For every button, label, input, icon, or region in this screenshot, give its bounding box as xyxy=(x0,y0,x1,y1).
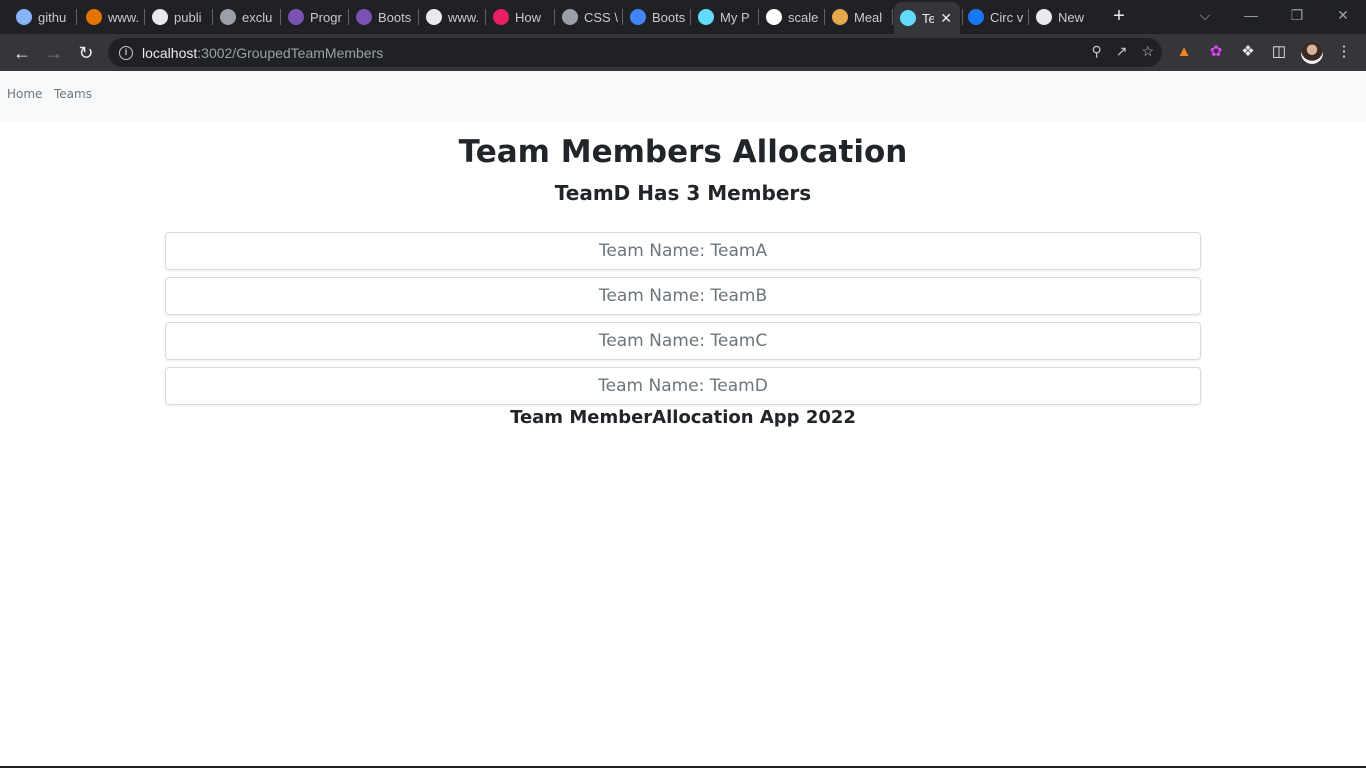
tab-separator xyxy=(144,9,145,25)
team-list: Team Name: TeamA Team Name: TeamB Team N… xyxy=(165,232,1201,412)
tab-separator xyxy=(280,9,281,25)
kebab-menu-icon[interactable]: ⋮ xyxy=(1335,43,1353,61)
minimize-icon[interactable]: — xyxy=(1236,4,1266,26)
bootstrap-icon xyxy=(288,9,304,25)
team-item-teamc[interactable]: Team Name: TeamC xyxy=(165,322,1201,360)
browser-tab-title: My P xyxy=(720,9,750,25)
close-window-icon[interactable]: ✕ xyxy=(1328,4,1358,26)
browser-tab[interactable]: www. xyxy=(80,4,142,30)
browser-tab[interactable]: New xyxy=(1030,4,1096,30)
browser-tab[interactable]: Progr xyxy=(282,4,346,30)
address-bar[interactable]: i localhost:3002/GroupedTeamMembers ⚲ ↗ … xyxy=(108,38,1162,67)
browser-tab[interactable]: githu xyxy=(10,4,74,30)
browser-tab-title: Progr xyxy=(310,9,342,25)
browser-tab[interactable]: www. xyxy=(420,4,483,30)
metamask-icon[interactable]: ▲ xyxy=(1175,43,1193,61)
team-item-teama[interactable]: Team Name: TeamA xyxy=(165,232,1201,270)
forward-icon[interactable]: → xyxy=(42,41,66,65)
browser-tab-title: Te xyxy=(922,10,935,26)
page-title: Team Members Allocation xyxy=(458,134,908,170)
reload-icon[interactable]: ↻ xyxy=(74,41,98,65)
browser-tab-title: publi xyxy=(174,9,202,25)
tab-separator xyxy=(348,9,349,25)
site-info-icon[interactable]: i xyxy=(119,45,133,60)
circle-logo-icon xyxy=(220,9,236,25)
tab-separator xyxy=(485,9,486,25)
browser-tab[interactable]: CSS \ xyxy=(556,4,620,30)
restore-icon[interactable]: ❐ xyxy=(1282,4,1312,26)
tab-separator xyxy=(212,9,213,25)
play-icon xyxy=(493,9,509,25)
url-path: :3002/GroupedTeamMembers xyxy=(197,44,384,61)
browser-tab-title: scale xyxy=(788,9,819,25)
team-item-teamb[interactable]: Team Name: TeamB xyxy=(165,277,1201,315)
browser-tab-title: exclu xyxy=(242,9,273,25)
extensions-puzzle-icon[interactable]: ❖ xyxy=(1239,43,1257,61)
browser-tab[interactable]: My P xyxy=(692,4,756,30)
browser-tab-title: Boots xyxy=(652,9,686,25)
color-picker-extension-icon[interactable]: ✿ xyxy=(1207,43,1225,61)
browser-tab-title: How xyxy=(515,9,542,25)
bootstrap-icon xyxy=(356,9,372,25)
new-tab-button[interactable]: + xyxy=(1109,6,1129,26)
tab-separator xyxy=(554,9,555,25)
browser-tab[interactable]: exclu xyxy=(214,4,278,30)
facebook-icon xyxy=(968,9,984,25)
tab-separator xyxy=(758,9,759,25)
cloud-icon xyxy=(630,9,646,25)
react-icon xyxy=(900,10,916,26)
url-text[interactable]: localhost:3002/GroupedTeamMembers xyxy=(142,45,383,61)
omnibox-actions: ⚲ ↗ ☆ xyxy=(1091,43,1154,60)
browser-tab-strip: githu www. publi exclu Progr Boots www. How CSS … xyxy=(0,0,1366,34)
browser-tab[interactable]: Boots xyxy=(350,4,416,30)
tab-separator xyxy=(418,9,419,25)
browser-tab-title: Circ v xyxy=(990,9,1024,25)
n-logo-icon xyxy=(426,9,442,25)
team-item-teamd[interactable]: Team Name: TeamD xyxy=(165,367,1201,405)
zoom-icon[interactable]: ⚲ xyxy=(1091,43,1101,60)
nav-link-home[interactable]: Home xyxy=(7,87,42,101)
food-icon xyxy=(832,9,848,25)
browser-tab-title: githu xyxy=(38,9,67,25)
globe-icon xyxy=(16,9,32,25)
github-icon xyxy=(152,9,168,25)
url-host: localhost xyxy=(142,44,198,61)
browser-tab-title: www. xyxy=(108,9,140,25)
tab-separator xyxy=(892,9,893,25)
chrome-icon xyxy=(1036,9,1052,25)
browser-tab-title: Meal xyxy=(854,9,883,25)
side-panel-icon[interactable]: ◫ xyxy=(1270,43,1288,61)
tab-separator xyxy=(622,9,623,25)
profile-avatar[interactable] xyxy=(1301,42,1323,64)
browser-tab[interactable]: Meal xyxy=(826,4,890,30)
browser-tab-title: Boots xyxy=(378,9,412,25)
browser-tab[interactable]: Boots xyxy=(624,4,688,30)
tab-separator xyxy=(690,9,691,25)
share-icon[interactable]: ↗ xyxy=(1116,43,1128,60)
tab-separator xyxy=(824,9,825,25)
tab-search-icon[interactable]: ⌵ xyxy=(1190,4,1220,26)
back-icon[interactable]: ← xyxy=(10,41,34,65)
browser-toolbar: ← → ↻ i localhost:3002/GroupedTeamMember… xyxy=(0,34,1366,71)
page-footer: Team MemberAllocation App 2022 xyxy=(510,407,856,428)
browser-tab[interactable]: Te ✕ xyxy=(894,2,960,34)
close-tab-icon[interactable]: ✕ xyxy=(940,10,952,27)
browser-tab-title: www. xyxy=(448,9,480,25)
noodle-icon xyxy=(86,9,102,25)
selected-team-summary: TeamD Has 3 Members xyxy=(554,181,812,205)
tab-separator xyxy=(76,9,77,25)
browser-tab[interactable]: How xyxy=(487,4,552,30)
browser-tab[interactable]: scale xyxy=(760,4,822,30)
browser-tab[interactable]: Circ v xyxy=(962,4,1026,30)
react-icon xyxy=(698,9,714,25)
browser-tab[interactable]: publi xyxy=(146,4,210,30)
tab-separator xyxy=(1028,9,1029,25)
browser-tab-title: CSS \ xyxy=(584,9,618,25)
bookmark-star-icon[interactable]: ☆ xyxy=(1141,43,1154,60)
app-navbar: Home Teams xyxy=(0,71,1366,122)
globe-icon xyxy=(562,9,578,25)
m-logo-icon xyxy=(766,9,782,25)
nav-link-teams[interactable]: Teams xyxy=(54,87,92,101)
browser-tab-title: New xyxy=(1058,9,1085,25)
